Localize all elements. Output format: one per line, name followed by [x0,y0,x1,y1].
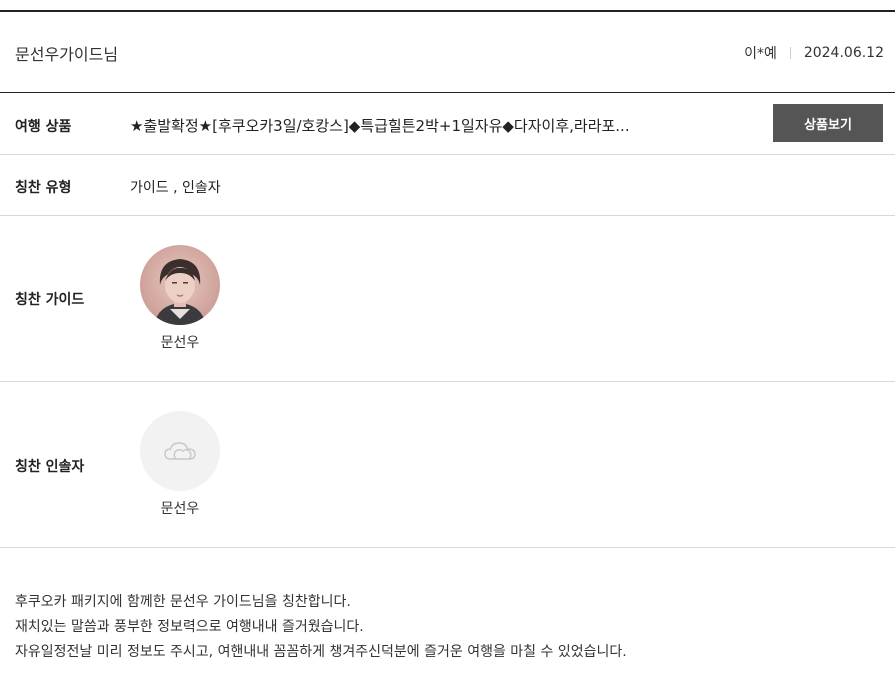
praise-type-label: 칭찬 유형 [15,180,72,196]
guide-name: 문선우 [160,335,200,351]
product-label: 여행 상품 [15,119,72,135]
review-header: 문선우가이드님 이*예 2024.06.12 [0,12,895,92]
cloud-icon [164,442,196,460]
praise-type-row: 칭찬 유형 가이드 , 인솔자 [0,154,895,215]
review-date: 2024.06.12 [803,45,884,61]
meta-divider [789,47,791,59]
product-name[interactable]: ★출발확정★[후쿠오카3일/호캉스]◆특급힐튼2박+1일자유◆다자이후,라라포.… [130,115,630,136]
review-line: 후쿠오카 패키지에 함께한 문선우 가이드님을 칭찬합니다. [15,594,351,610]
author-name: 이*예 [744,46,777,62]
guide-row: 칭찬 가이드 문선우 [0,215,895,381]
leader-avatar-placeholder [140,411,220,491]
leader-row: 칭찬 인솔자 문선우 [0,381,895,547]
review-title: 문선우가이드님 [15,45,119,64]
review-content: 후쿠오카 패키지에 함께한 문선우 가이드님을 칭찬합니다. 재치있는 말씀과 … [15,590,627,665]
praise-type-value: 가이드 , 인솔자 [130,180,221,196]
review-line: 자유일정전날 미리 정보도 주시고, 여핸내내 꼼꼼하게 챙겨주신덕분에 즐거운… [15,644,627,660]
review-line: 재치있는 말씀과 풍부한 정보력으로 여행내내 즐거웠습니다. [15,619,364,635]
guide-avatar [140,245,220,325]
product-row: 여행 상품 ★출발확정★[후쿠오카3일/호캉스]◆특급힐튼2박+1일자유◆다자이… [0,92,895,154]
leader-label: 칭찬 인솔자 [15,459,85,475]
leader-name: 문선우 [160,501,200,517]
guide-label: 칭찬 가이드 [15,292,85,308]
guide-photo [140,245,220,325]
view-product-button[interactable]: 상품보기 [773,104,883,142]
review-meta: 이*예 2024.06.12 [744,43,884,63]
content-divider [0,547,895,548]
